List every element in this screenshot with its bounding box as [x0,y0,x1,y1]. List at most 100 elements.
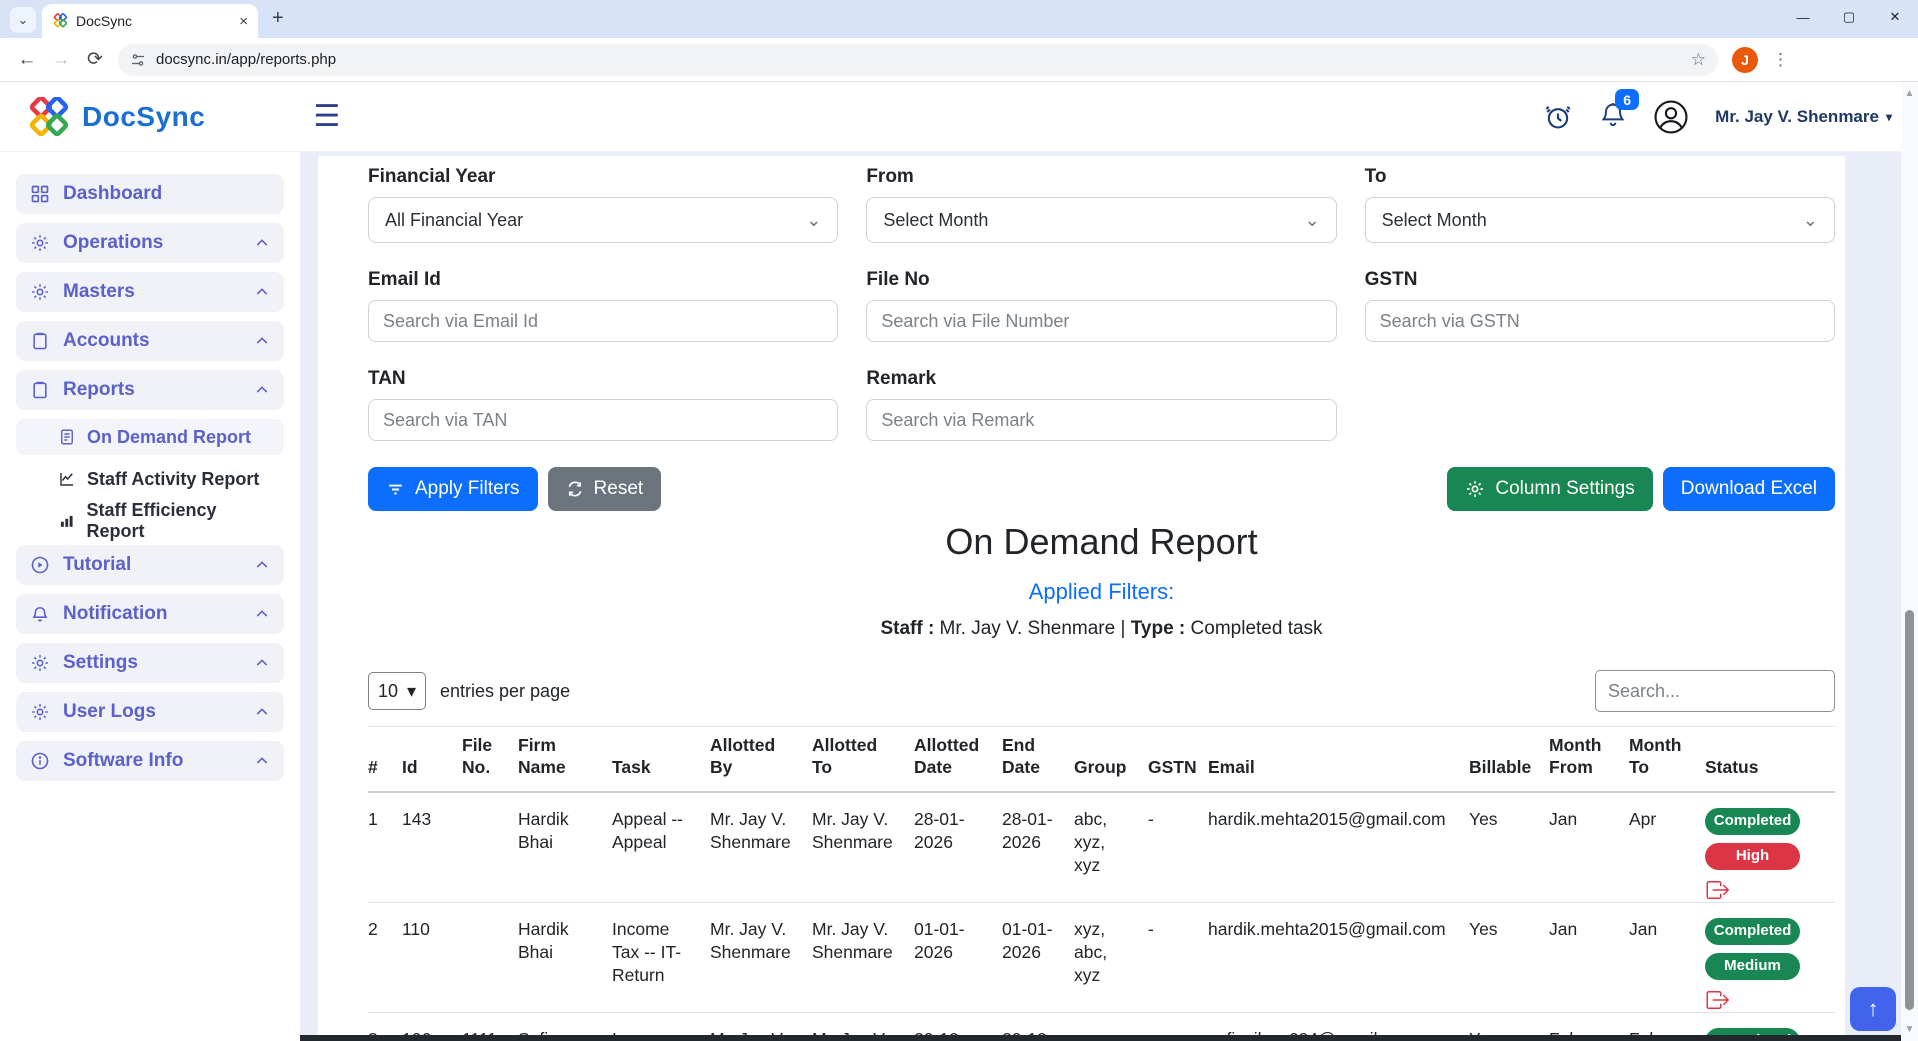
scrollbar-up-icon[interactable]: ▲ [1901,88,1918,99]
app-logo[interactable]: DocSync [26,97,205,137]
cell-group: abc, xyz, xyz [1074,792,1148,903]
apply-filters-label: Apply Filters [415,478,520,500]
email-id-input[interactable] [368,300,838,342]
sidebar-item-staff-activity-report[interactable]: Staff Activity Report [16,461,284,497]
sidebar-item-software-info[interactable]: Software Info [16,741,284,781]
tan-input[interactable] [368,399,838,441]
select-value: Select Month [883,210,988,231]
entries-per-page-label: entries per page [440,681,570,702]
scrollbar-thumb[interactable] [1905,610,1914,1010]
user-menu[interactable]: Mr. Jay V. Shenmare ▾ [1715,107,1892,127]
chevron-up-icon [254,557,270,573]
column-header: Status [1705,727,1835,792]
chevron-up-icon [254,382,270,398]
reminder-clock-icon[interactable] [1543,102,1573,132]
bookmark-star-icon[interactable]: ☆ [1691,50,1706,70]
chevron-up-icon [254,606,270,622]
sidebar-item-on-demand-report[interactable]: On Demand Report [16,419,284,455]
reload-icon[interactable]: ⟳ [78,48,112,71]
field-label: From [866,166,1336,188]
gear-icon [30,702,50,722]
column-header: Month To [1629,727,1705,792]
sidebar-item-masters[interactable]: Masters [16,272,284,312]
staff-label: Staff : [880,618,934,639]
chevron-up-icon [254,753,270,769]
sidebar-subitem-label: On Demand Report [87,427,251,448]
chevron-up-icon [254,333,270,349]
entries-per-page-select[interactable]: 10 ▾ [368,672,426,710]
back-icon[interactable]: ← [10,49,44,71]
chevron-down-icon: ⌄ [1305,210,1320,231]
sidebar-item-reports[interactable]: Reports [16,370,284,410]
sidebar-toggle-icon[interactable]: ☰ [313,102,340,132]
new-tab-button[interactable]: + [272,7,284,30]
cell-firm: Hardik Bhai [518,902,612,1012]
export-icon[interactable] [1705,988,1729,1012]
sidebar-item-tutorial[interactable]: Tutorial [16,545,284,585]
scrollbar-down-icon[interactable]: ▼ [1901,1024,1918,1035]
chevron-down-icon: ⌄ [1803,210,1818,231]
column-header: Task [612,727,710,792]
sidebar-item-settings[interactable]: Settings [16,643,284,683]
sidebar-item-user-logs[interactable]: User Logs [16,692,284,732]
cell-firm: Hardik Bhai [518,792,612,903]
tab-close-icon[interactable]: × [239,13,248,30]
download-excel-button[interactable]: Download Excel [1663,467,1835,511]
notifications-button[interactable]: 6 [1599,99,1627,134]
user-avatar-icon[interactable] [1653,99,1689,135]
file-no-input[interactable] [866,300,1336,342]
column-header: Firm Name [518,727,612,792]
url-text[interactable]: docsync.in/app/reports.php [156,51,1681,68]
window-close-button[interactable]: ✕ [1872,9,1918,25]
omnibox[interactable]: docsync.in/app/reports.php ☆ [118,44,1718,76]
cell-month-to: Apr [1629,792,1705,903]
financial-year-select[interactable]: All Financial Year ⌄ [368,197,838,243]
select-value: All Financial Year [385,210,523,231]
sidebar-item-accounts[interactable]: Accounts [16,321,284,361]
docsync-logo-icon [26,97,72,137]
play-circle-icon [30,555,50,575]
brand-name: DocSync [82,101,205,133]
site-settings-icon[interactable] [130,52,146,68]
export-icon[interactable] [1705,878,1729,902]
gstn-input[interactable] [1365,300,1835,342]
favicon-docsync [52,13,68,29]
browser-profile-avatar[interactable]: J [1732,47,1758,73]
cell-month-from: Jan [1549,792,1629,903]
column-header: Month From [1549,727,1629,792]
window-maximize-button[interactable]: ▢ [1826,9,1872,25]
sidebar-item-label: Settings [63,652,138,674]
sidebar-item-staff-efficiency-report[interactable]: Staff Efficiency Report [16,503,284,539]
column-header: Billable [1469,727,1549,792]
column-header: Allotted Date [914,727,1002,792]
scroll-to-top-button[interactable]: ↑ [1850,987,1896,1031]
to-month-select[interactable]: Select Month ⌄ [1365,197,1835,243]
cell-billable: Yes [1469,792,1549,903]
remark-input[interactable] [866,399,1336,441]
chevron-up-icon [254,704,270,720]
table-header-row: # Id File No. Firm Name Task Allotted By… [368,727,1835,792]
notification-count-badge: 6 [1615,89,1639,110]
table-search-input[interactable] [1595,670,1835,712]
cell-billable: Yes [1469,902,1549,1012]
chevron-down-icon: ▾ [407,681,416,702]
page-scrollbar[interactable]: ▲ ▼ [1901,82,1918,1041]
column-header: Allotted By [710,727,812,792]
browser-tab[interactable]: DocSync × [42,4,258,38]
apply-filters-button[interactable]: Apply Filters [368,467,538,511]
reset-button[interactable]: Reset [548,467,662,511]
from-month-select[interactable]: Select Month ⌄ [866,197,1336,243]
separator: | [1121,618,1126,639]
chevron-down-icon: ⌄ [806,210,821,231]
chevron-up-icon [254,655,270,671]
field-label: Email Id [368,269,838,291]
tab-search-button[interactable]: ⌄ [10,7,36,33]
sidebar-item-dashboard[interactable]: Dashboard [16,174,284,214]
type-value: Completed task [1191,618,1323,639]
window-minimize-button[interactable]: — [1780,10,1826,25]
sidebar-item-notification[interactable]: Notification [16,594,284,634]
arrow-up-icon: ↑ [1868,996,1879,1022]
browser-menu-icon[interactable]: ⋮ [1772,50,1789,70]
column-settings-button[interactable]: Column Settings [1447,467,1652,511]
sidebar-item-operations[interactable]: Operations [16,223,284,263]
